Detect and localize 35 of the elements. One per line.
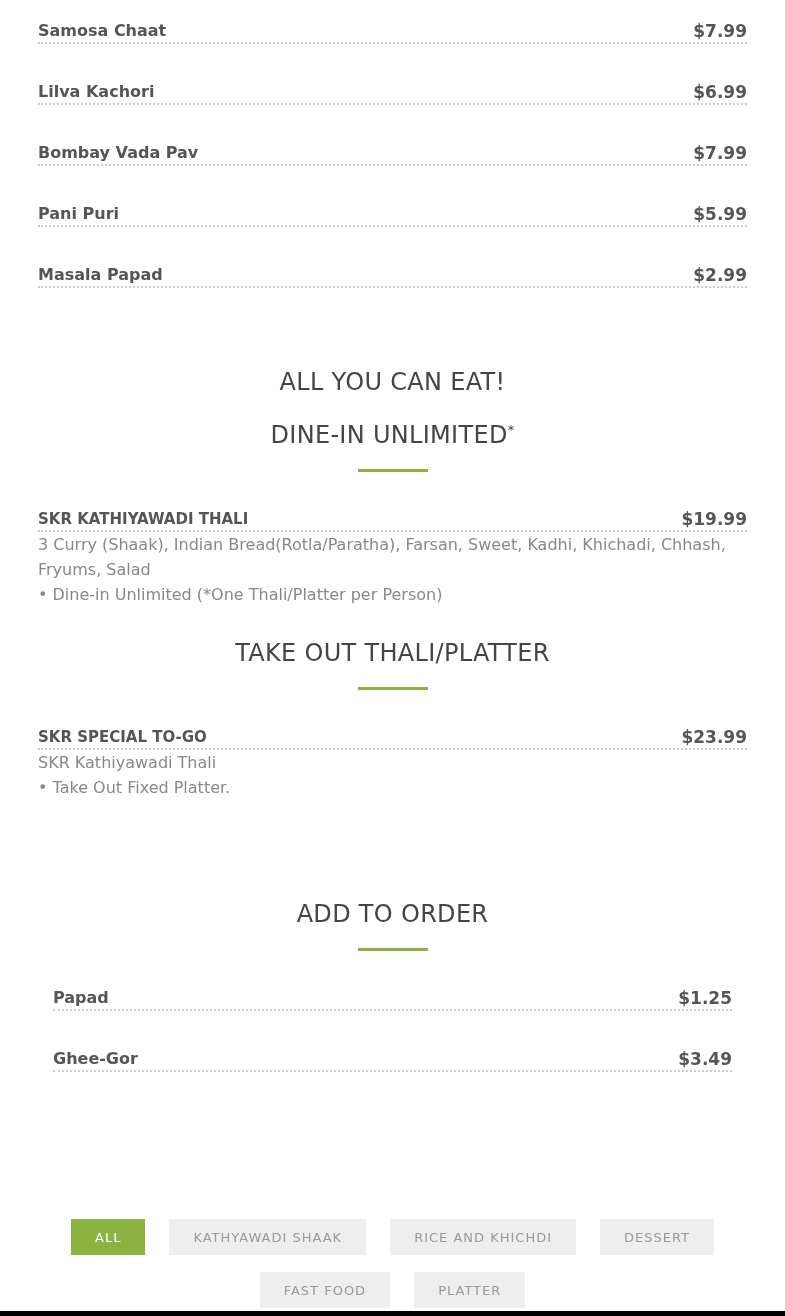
dish-description: • Take Out Fixed Platter. [38,777,232,799]
dish-price: $3.49 [678,1048,732,1070]
dish-name: Samosa Chaat [38,20,167,42]
heading-underline [357,687,428,690]
dish-name: SKR KATHIYAWADI THALI [38,509,249,530]
dish-price: $7.99 [693,20,747,42]
dish-name: Masala Papad [38,264,163,286]
filter-button[interactable]: FAST FOOD [259,1272,391,1308]
heading-underline [357,948,428,951]
filter-button[interactable]: ALL [71,1219,146,1255]
dish-name: Papad [53,987,109,1009]
dish-name: Ghee-Gor [53,1048,138,1070]
section-heading: ALL YOU CAN EAT! [279,367,506,398]
section-heading: TAKE OUT THALI/PLATTER [235,638,550,669]
filter-button[interactable]: KATHYAWADI SHAAK [169,1219,367,1255]
dish-name: Pani Puri [38,203,120,225]
dish-price: $5.99 [693,203,747,225]
section-heading: ADD TO ORDER [296,899,489,930]
filter-button[interactable]: RICE AND KHICHDI [390,1219,576,1255]
dish-price: $1.25 [678,987,732,1009]
dish-name: Bombay Vada Pav [38,142,199,164]
section-heading: DINE-IN UNLIMITED$^{*}$ [270,420,515,451]
dish-name: SKR SPECIAL TO-GO [38,727,207,748]
heading-underline [357,469,428,472]
dish-price: $2.99 [693,264,747,286]
filter-button[interactable]: PLATTER [414,1272,526,1308]
dish-price: $19.99 [681,508,747,530]
dish-description: 3 Curry (Shaak), Indian Bread(Rotla/Paratha), Farsan, Sweet, Kadhi, Khichadi, Chhash, Fryums, Salad [38,534,727,581]
dish-price: $23.99 [681,726,747,748]
filter-button[interactable]: DESSERT [600,1219,714,1255]
dish-name: Lilva Kachori [38,81,155,103]
dish-price: $6.99 [693,81,747,103]
dish-price: $7.99 [693,142,747,164]
dish-description: SKR Kathiyawadi Thali [38,752,218,774]
dish-description: • Dine-in Unlimited (*One Thali/Platter per Person) [38,584,444,606]
